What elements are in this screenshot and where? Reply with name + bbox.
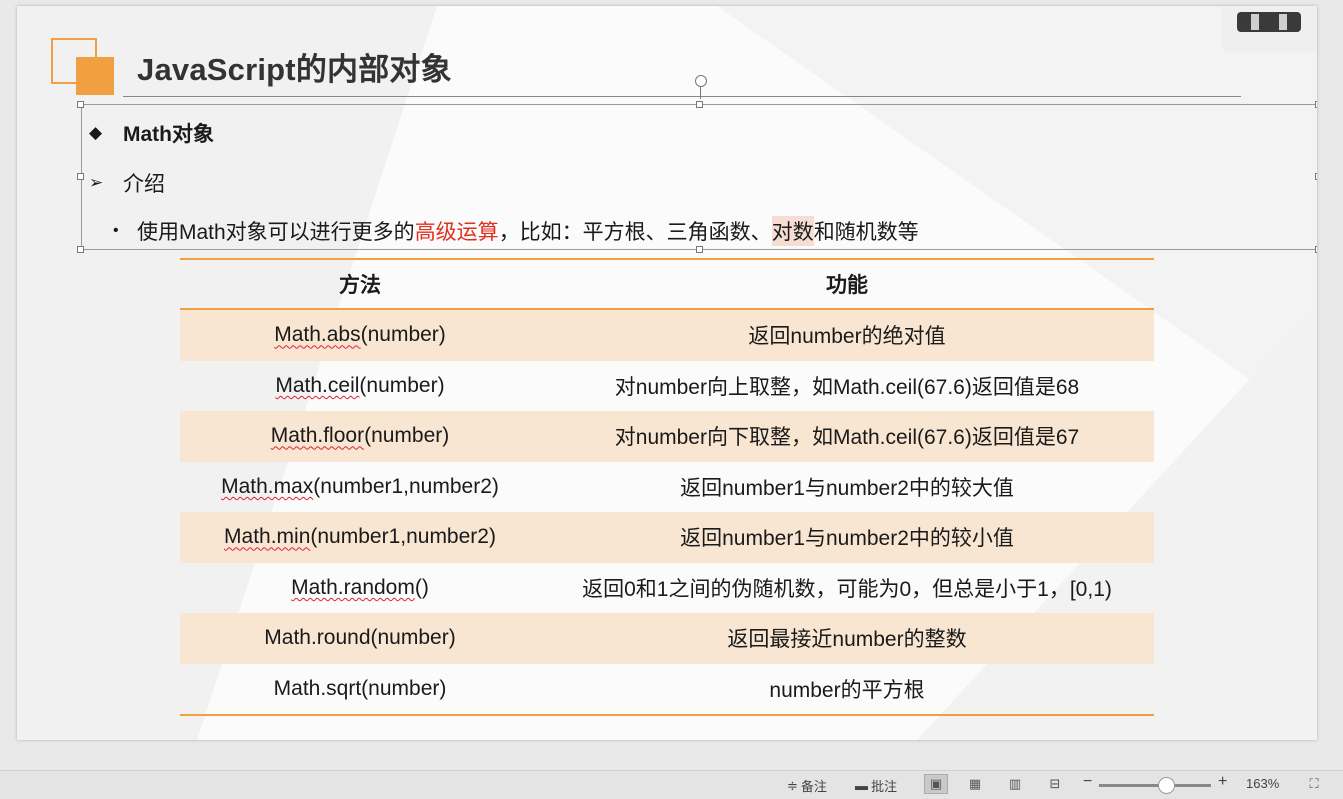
title-decoration-square <box>76 57 114 95</box>
bullet-heading[interactable]: ◆ Math对象 <box>89 118 214 148</box>
table-bottom-rule <box>180 714 1154 716</box>
resize-handle-left[interactable] <box>77 173 84 180</box>
title-divider <box>123 96 1241 97</box>
book-icon: ▥ <box>1008 776 1022 791</box>
table-row: Math.min(number1,number2) 返回number1与numbe… <box>180 512 1154 563</box>
notes-icon: ≑ <box>787 777 798 793</box>
method-name: Math.abs <box>274 323 361 347</box>
slide-sorter-button[interactable]: ▦ <box>963 774 987 794</box>
rotate-handle-stem <box>700 87 701 99</box>
method-name: Math.random <box>291 575 415 599</box>
method-cell: Math.min(number1,number2) <box>180 525 540 549</box>
slideshow-button[interactable]: ⊟ <box>1043 774 1067 794</box>
table-body: Math.abs(number) 返回number的绝对值 Math.ceil(nu… <box>180 310 1154 714</box>
table-row: Math.random() 返回0和1之间的伪随机数，可能为0，但总是小于1，[0… <box>180 563 1154 614</box>
method-name: Math.ceil <box>275 373 360 397</box>
presenter-avatar <box>1221 6 1317 52</box>
bullet-body[interactable]: • 使用Math对象可以进行更多的 高级运算 ，比如：平方根、三角函数、 对数 和随机数… <box>113 216 919 246</box>
method-cell: Math.random() <box>180 576 540 600</box>
zoom-slider-thumb[interactable] <box>1158 777 1176 794</box>
header-function: 功能 <box>826 274 868 297</box>
method-name: Math.min <box>224 525 311 549</box>
method-args: (number) <box>359 373 445 397</box>
function-cell: 返回number1与number2中的较小值 <box>680 527 1014 551</box>
resize-handle-bottom-right[interactable] <box>1315 246 1317 253</box>
slide-canvas[interactable]: JavaScript的内部对象 ◆ Math对象 ➢ 介绍 • 使用Math对象… <box>17 6 1317 740</box>
zoom-level[interactable]: 163% <box>1246 776 1279 791</box>
function-cell: number的平方根 <box>769 678 925 702</box>
method-cell: Math.ceil(number) <box>180 374 540 398</box>
comment-icon: ▬ <box>855 778 868 793</box>
method-args: Math.sqrt(number) <box>273 676 447 700</box>
bullet-body-text-end: 和随机数等 <box>813 221 919 244</box>
bullet-body-text-middle: ，比如：平方根、三角函数、 <box>498 221 772 244</box>
method-cell: Math.floor(number) <box>180 424 540 448</box>
reading-view-button[interactable]: ▥ <box>1003 774 1027 794</box>
function-cell: 对number向下取整，如Math.ceil(67.6)返回值是67 <box>614 426 1080 450</box>
math-methods-table[interactable]: 方法 功能 Math.abs(number) 返回number的绝对值 Math.c… <box>180 258 1154 716</box>
function-cell: 返回最接近number的整数 <box>727 628 967 652</box>
header-method: 方法 <box>339 274 381 297</box>
resize-handle-right[interactable] <box>1315 173 1317 180</box>
rotate-handle-icon[interactable] <box>695 75 707 87</box>
table-header-row: 方法 功能 <box>180 260 1154 308</box>
bullet-heading-text: Math对象 <box>123 123 214 146</box>
bullet-sub[interactable]: ➢ 介绍 <box>89 168 165 198</box>
method-args: Math.round(number) <box>264 626 456 650</box>
function-cell: 返回0和1之间的伪随机数，可能为0，但总是小于1，[0,1) <box>582 577 1112 601</box>
slide-title[interactable]: JavaScript的内部对象 <box>137 44 452 89</box>
notes-label: 备注 <box>800 779 827 794</box>
fit-to-window-button[interactable]: ⛶ <box>1302 774 1326 794</box>
method-cell: Math.round(number) <box>180 626 540 650</box>
method-cell: Math.sqrt(number) <box>180 677 540 701</box>
highlighted-phrase: 高级运算 <box>414 221 499 244</box>
fit-window-icon: ⛶ <box>1309 776 1319 791</box>
table-row: Math.abs(number) 返回number的绝对值 <box>180 310 1154 361</box>
function-cell: 返回number1与number2中的较大值 <box>680 476 1014 500</box>
method-cell: Math.abs(number) <box>180 323 540 347</box>
bullet-body-text-start: 使用Math对象可以进行更多的 <box>137 221 415 244</box>
bullet-sub-text: 介绍 <box>123 173 165 196</box>
method-args: (number) <box>360 323 446 347</box>
function-cell: 返回number的绝对值 <box>748 325 946 349</box>
dot-bullet-icon: • <box>113 222 119 239</box>
diamond-bullet-icon: ◆ <box>89 123 103 142</box>
status-bar: ≑ 备注 ▬ 批注 ▣ ▦ ▥ ⊟ − + 163% ⛶ <box>0 770 1343 799</box>
zoom-out-button[interactable]: − <box>1083 773 1092 791</box>
notes-button[interactable]: ≑ 备注 <box>787 776 827 795</box>
method-name: Math.max <box>221 474 314 498</box>
zoom-slider-track[interactable] <box>1099 784 1211 787</box>
table-row: Math.floor(number) 对number向下取整，如Math.ceil… <box>180 411 1154 462</box>
table-row: Math.ceil(number) 对number向上取整，如Math.ceil(… <box>180 361 1154 412</box>
resize-handle-bottom-left[interactable] <box>77 246 84 253</box>
shaded-phrase: 对数 <box>771 216 814 246</box>
grid-icon: ▦ <box>968 776 982 791</box>
comments-label: 批注 <box>871 779 898 794</box>
presenter-avatar-icon <box>1237 12 1301 32</box>
method-name: Math.floor <box>270 424 365 448</box>
table-row: Math.round(number) 返回最接近number的整数 <box>180 613 1154 664</box>
method-args: (number1,number2) <box>313 474 499 498</box>
normal-view-icon: ▣ <box>929 776 943 791</box>
normal-view-button[interactable]: ▣ <box>924 774 948 794</box>
table-row: Math.sqrt(number) number的平方根 <box>180 664 1154 715</box>
comments-button[interactable]: ▬ 批注 <box>855 776 897 795</box>
zoom-in-button[interactable]: + <box>1218 773 1227 791</box>
resize-handle-bottom[interactable] <box>696 246 703 253</box>
table-row: Math.max(number1,number2) 返回number1与numbe… <box>180 462 1154 513</box>
projector-icon: ⊟ <box>1049 776 1061 791</box>
resize-handle-top-right[interactable] <box>1315 101 1317 108</box>
method-cell: Math.max(number1,number2) <box>180 475 540 499</box>
method-args: () <box>414 575 429 599</box>
resize-handle-top-left[interactable] <box>77 101 84 108</box>
method-args: (number1,number2) <box>310 525 496 549</box>
resize-handle-top[interactable] <box>696 101 703 108</box>
method-args: (number) <box>364 424 450 448</box>
arrow-bullet-icon: ➢ <box>89 173 104 192</box>
function-cell: 对number向上取整，如Math.ceil(67.6)返回值是68 <box>614 375 1080 399</box>
